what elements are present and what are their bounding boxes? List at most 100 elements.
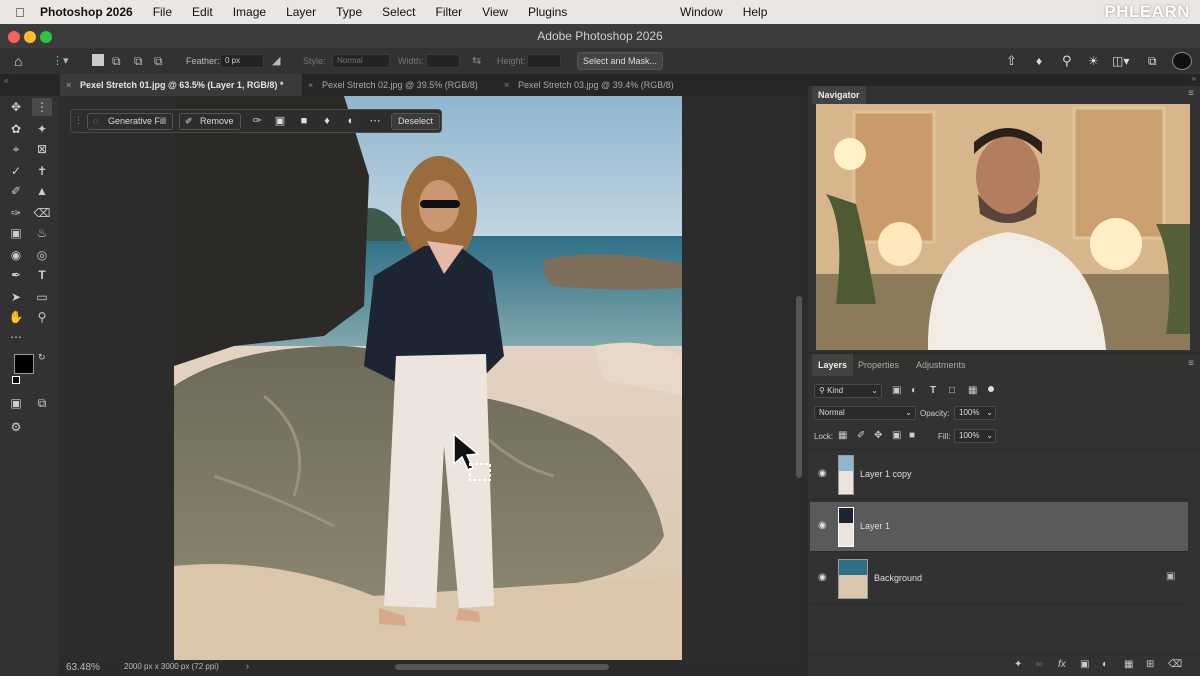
lock-transparent-icon[interactable]: ▦ — [838, 430, 847, 441]
layer-name[interactable]: Layer 1 — [860, 521, 890, 531]
tab-adjustments[interactable]: Adjustments — [910, 354, 972, 376]
transform-selection-icon[interactable]: ▣ — [272, 113, 288, 130]
swap-icon[interactable]: ⇆ — [472, 48, 481, 74]
width-input[interactable] — [426, 54, 460, 68]
screen-mode-icon[interactable]: ⧉ — [32, 394, 52, 412]
frame-tool-icon[interactable]: ⊠ — [32, 140, 52, 158]
menu-view[interactable]: View — [482, 5, 508, 19]
layer-row-layer-1-copy[interactable]: ◉ Layer 1 copy — [810, 450, 1188, 500]
marquee-tool-preset-icon[interactable]: ⋮▾ — [52, 48, 69, 74]
stamp-tool-icon[interactable]: ▲ — [32, 182, 52, 200]
close-icon[interactable]: × — [66, 74, 71, 96]
magic-wand-icon[interactable]: ✦ — [32, 120, 52, 138]
lightbulb-icon[interactable]: ☀ — [1088, 48, 1099, 74]
tab-layers[interactable]: Layers — [812, 354, 854, 376]
dodge-tool-icon[interactable]: ◉ — [6, 246, 26, 264]
smart-object-filter-icon[interactable]: ▦ — [968, 385, 977, 396]
more-tools-icon[interactable]: ⋯ — [6, 328, 26, 346]
menu-layer[interactable]: Layer — [286, 5, 316, 19]
panel-menu-icon[interactable]: ≡ — [1188, 358, 1194, 369]
foreground-color-swatch[interactable] — [14, 354, 34, 374]
horizontal-scrollbar[interactable] — [395, 664, 609, 670]
close-window-button[interactable] — [8, 31, 20, 43]
layer-name[interactable]: Layer 1 copy — [860, 469, 912, 479]
lock-position-icon[interactable]: ✥ — [874, 430, 882, 441]
blend-mode-select[interactable]: Normal ⌄ — [814, 406, 916, 420]
marquee-tool-icon[interactable]: ⋮ — [32, 98, 52, 116]
tab-document-1[interactable]: × Pexel Stretch 01.jpg @ 63.5% (Layer 1,… — [60, 74, 302, 96]
adjustment-layer-icon[interactable]: ◐ — [1102, 659, 1108, 670]
layer-name[interactable]: Background — [874, 573, 922, 583]
menu-filter[interactable]: Filter — [435, 5, 462, 19]
remove-button[interactable]: ✐ Remove — [179, 113, 241, 130]
zoom-level[interactable]: 63.48% — [66, 662, 100, 673]
vertical-scrollbar[interactable] — [796, 296, 802, 478]
default-colors-icon[interactable] — [12, 376, 20, 384]
generative-fill-button[interactable]: ◌ Generative Fill — [87, 113, 174, 130]
link-layers-icon[interactable]: ∞ — [1036, 659, 1043, 670]
zoom-window-button[interactable] — [40, 31, 52, 43]
swap-colors-icon[interactable]: ↻ — [38, 352, 46, 363]
tab-properties[interactable]: Properties — [852, 354, 905, 376]
filter-toggle-icon[interactable] — [988, 386, 994, 392]
history-brush-icon[interactable]: ✑ — [6, 204, 26, 222]
path-selection-icon[interactable]: ➤ — [6, 288, 26, 306]
tab-document-3[interactable]: × Pexel Stretch 03.jpg @ 39.4% (RGB/8) — [498, 74, 698, 96]
panels-collapse-icon[interactable]: » — [808, 74, 1200, 86]
healing-brush-icon[interactable]: ✝ — [32, 162, 52, 180]
share-icon[interactable]: ⇧ — [1006, 48, 1017, 74]
feather-input[interactable]: 0 px — [220, 54, 264, 68]
adjustment-filter-icon[interactable]: ◐ — [911, 385, 917, 396]
type-filter-icon[interactable]: T — [930, 385, 936, 396]
menu-window[interactable]: Window — [680, 5, 723, 19]
workspace-icon[interactable]: ◫▾ — [1112, 48, 1129, 74]
minimize-window-button[interactable] — [24, 31, 36, 43]
lasso-tool-icon[interactable]: ✿ — [6, 120, 26, 138]
bell-icon[interactable]: ♦ — [1036, 48, 1042, 74]
gradient-tool-icon[interactable]: ▣ — [6, 224, 26, 242]
toolbar-collapse-icon[interactable]: « — [0, 74, 58, 96]
intersect-selection-icon[interactable]: ⧉ — [154, 48, 163, 74]
fx-icon[interactable]: fx — [1058, 659, 1066, 670]
move-tool-icon[interactable]: ✥ — [6, 98, 26, 116]
quick-mask-icon[interactable]: ▣ — [6, 394, 26, 412]
delete-layer-icon[interactable]: ⌫ — [1168, 659, 1182, 670]
eraser-icon[interactable]: ⌫ — [32, 204, 52, 222]
tab-document-2[interactable]: × Pexel Stretch 02.jpg @ 39.5% (RGB/8) — [302, 74, 498, 96]
lock-artboard-icon[interactable]: ▣ — [892, 430, 901, 441]
sponge-tool-icon[interactable]: ◎ — [32, 246, 52, 264]
add-to-selection-icon[interactable]: ⧉ — [112, 48, 121, 74]
new-selection-icon[interactable] — [92, 54, 104, 66]
blur-tool-icon[interactable]: ♨ — [32, 224, 52, 242]
edit-toolbar-icon[interactable]: ⚙ — [6, 418, 26, 436]
visibility-eye-icon[interactable]: ◉ — [818, 468, 827, 479]
deselect-button[interactable]: Deselect — [391, 113, 441, 130]
pen-tool-icon[interactable]: ✒ — [6, 266, 26, 284]
rectangle-tool-icon[interactable]: ▭ — [32, 288, 52, 306]
close-icon[interactable]: × — [308, 74, 313, 96]
select-and-mask-button[interactable]: Select and Mask... — [577, 52, 663, 70]
opacity-input[interactable]: 100% ⌄ — [954, 406, 996, 420]
eyedropper-icon[interactable]: ✓ — [6, 162, 26, 180]
menu-file[interactable]: File — [153, 5, 172, 19]
menu-image[interactable]: Image — [233, 5, 266, 19]
fill-bucket-icon[interactable]: ♦ — [319, 113, 335, 130]
brush-icon[interactable]: ✑ — [249, 113, 265, 130]
document-canvas[interactable]: ⋮ ◌ Generative Fill ✐ Remove ✑ ▣ ■ ♦ ◐ ⋯… — [58, 96, 794, 660]
layer-row-background[interactable]: ◉ Background ▣ — [810, 554, 1188, 604]
status-menu-chevron-icon[interactable]: › — [246, 661, 249, 671]
close-icon[interactable]: × — [504, 74, 509, 96]
avatar[interactable] — [1172, 52, 1192, 70]
pixel-filter-icon[interactable]: ▣ — [892, 385, 901, 396]
lock-image-icon[interactable]: ✐ — [857, 430, 865, 441]
visibility-eye-icon[interactable]: ◉ — [818, 520, 827, 531]
adjustment-icon[interactable]: ◐ — [343, 113, 359, 130]
shape-filter-icon[interactable]: □ — [949, 385, 955, 396]
menu-type[interactable]: Type — [336, 5, 362, 19]
menu-select[interactable]: Select — [382, 5, 415, 19]
height-input[interactable] — [527, 54, 561, 68]
subtract-from-selection-icon[interactable]: ⧉ — [134, 48, 143, 74]
add-mask-icon[interactable]: ▣ — [1080, 659, 1089, 670]
apple-menu-icon[interactable]:  — [0, 5, 40, 20]
menu-help[interactable]: Help — [743, 5, 768, 19]
